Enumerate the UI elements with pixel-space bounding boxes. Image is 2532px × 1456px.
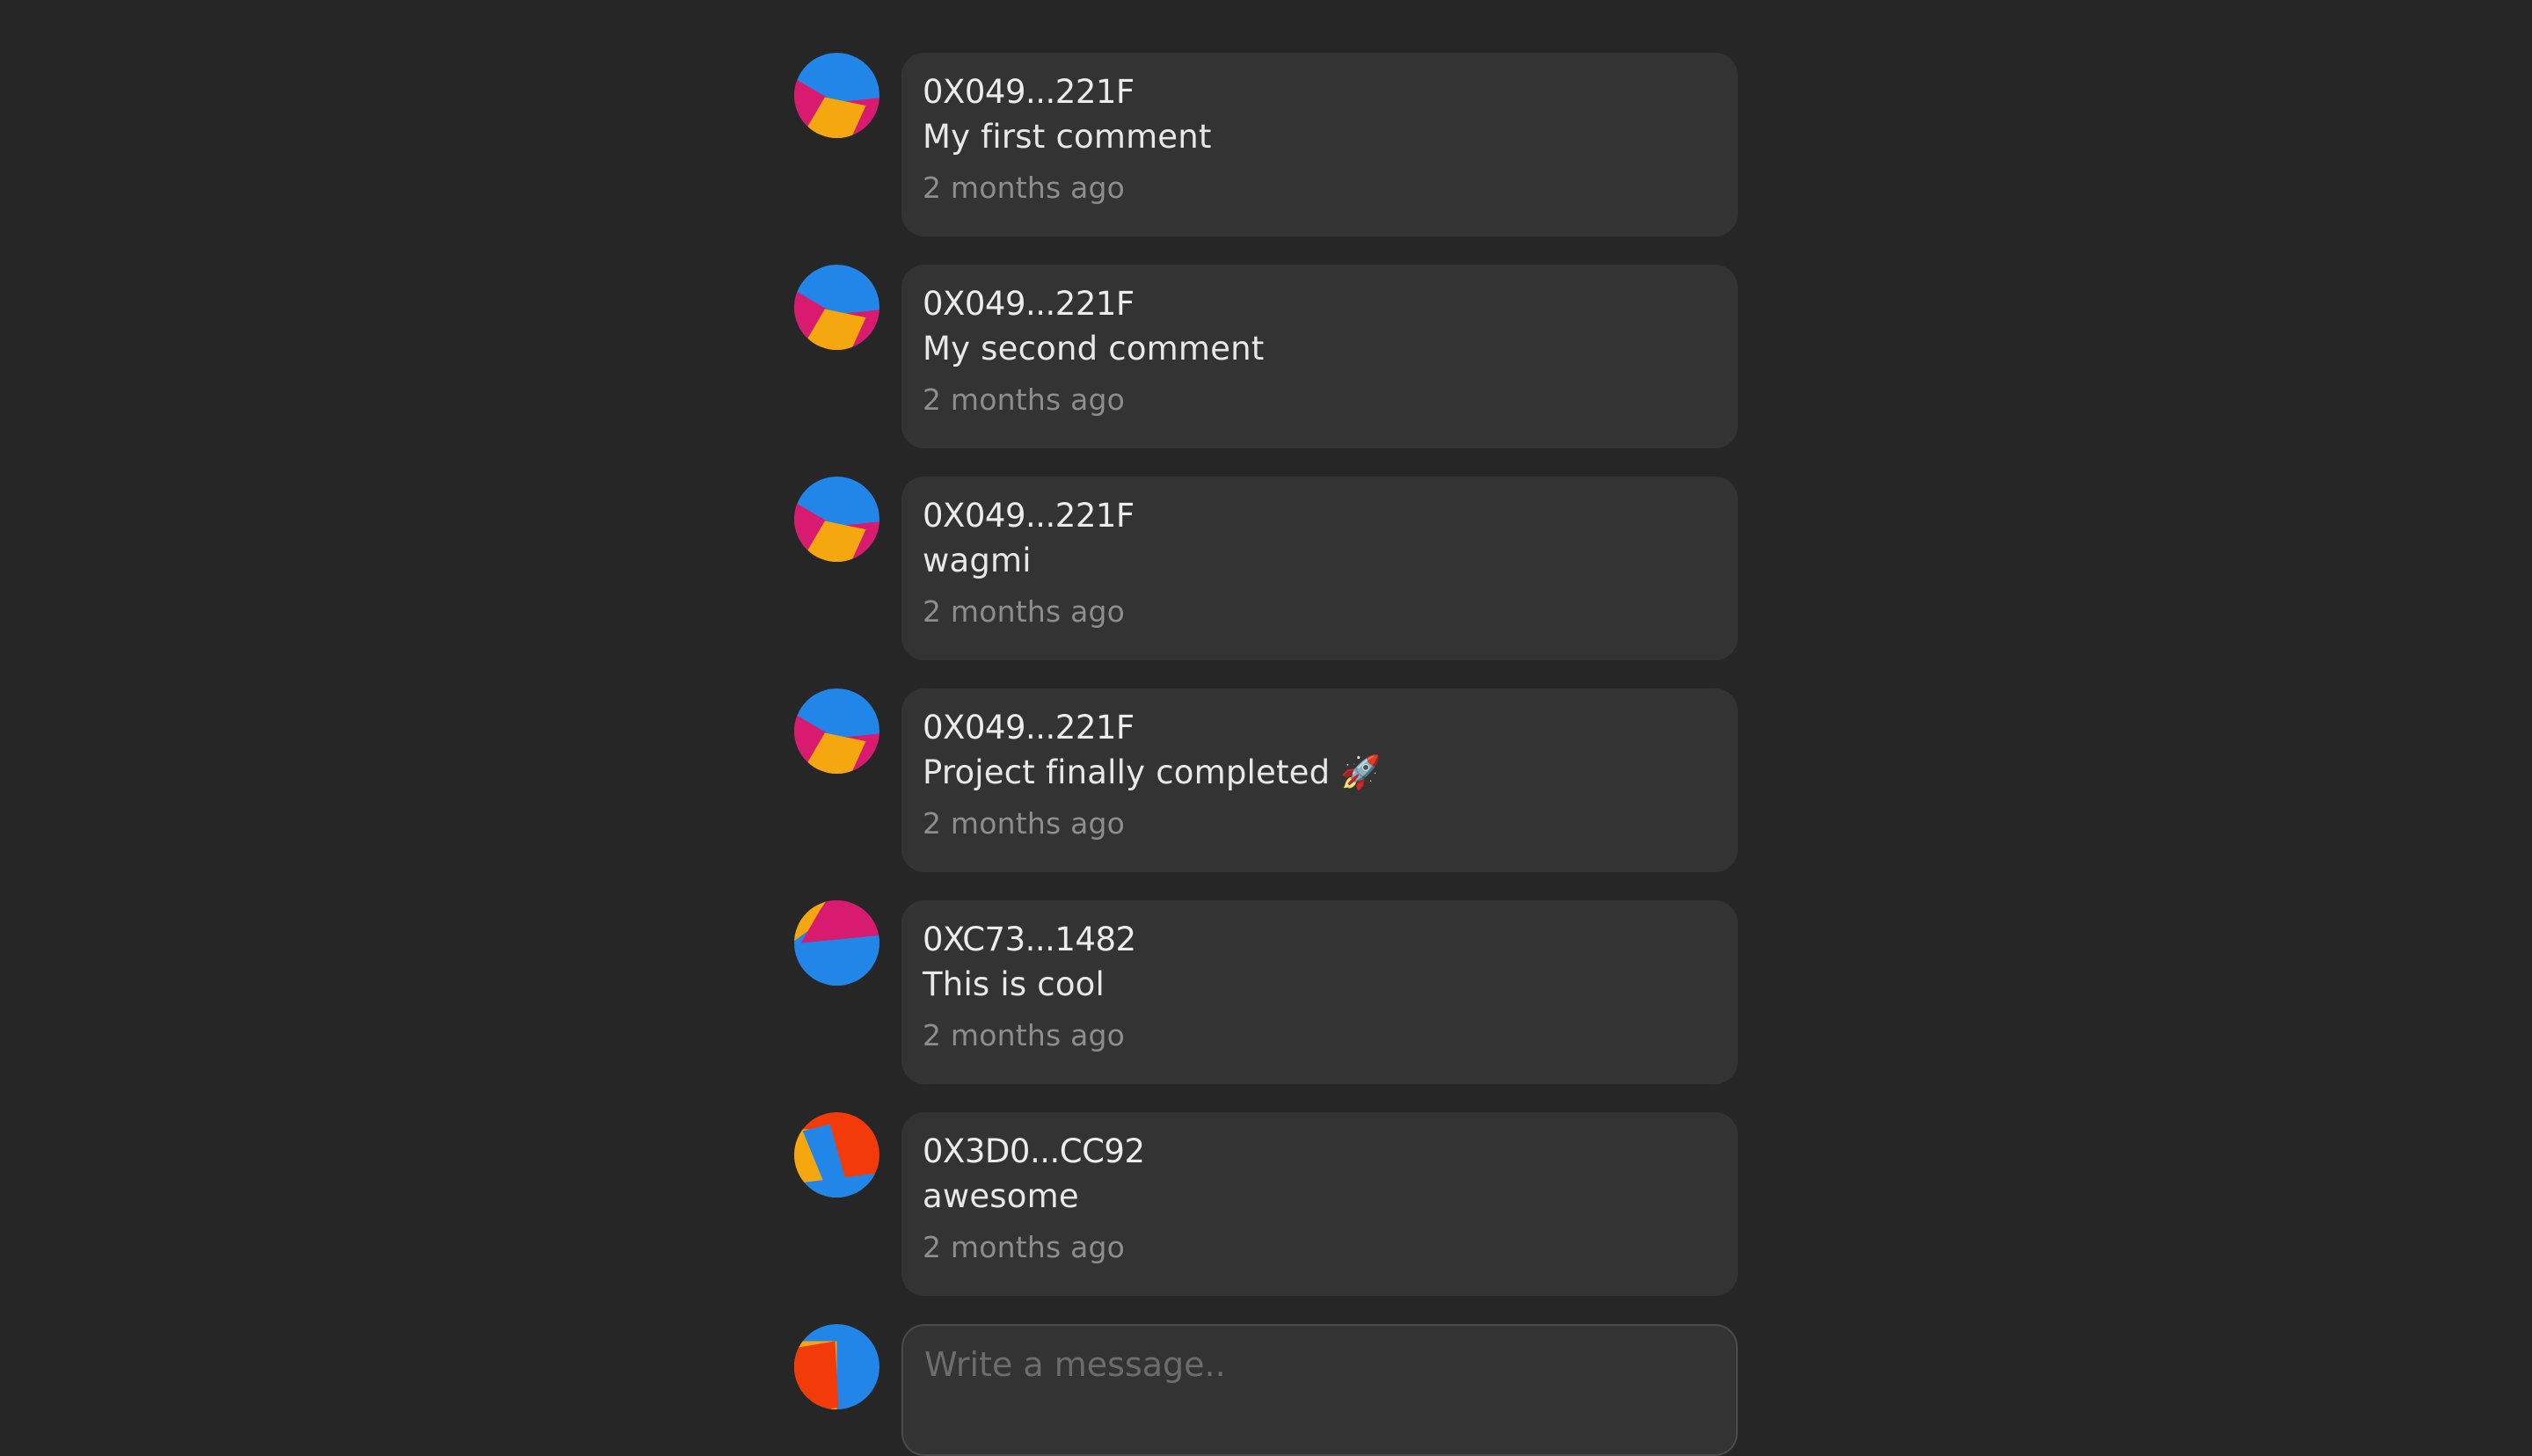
comment-item: 0XC73...1482 This is cool 2 months ago [794, 900, 1738, 1084]
comment-bubble: 0X049...221F Project finally completed 🚀… [901, 688, 1738, 872]
comment-timestamp: 2 months ago [923, 806, 1126, 841]
avatar[interactable] [794, 477, 879, 562]
comment-timestamp: 2 months ago [923, 171, 1126, 205]
comment-timestamp: 2 months ago [923, 382, 1126, 417]
comment-author[interactable]: 0X049...221F [923, 495, 1717, 537]
avatar[interactable] [794, 688, 879, 774]
comment-item: 0X049...221F Project finally completed 🚀… [794, 688, 1738, 872]
comment-bubble: 0X049...221F My second comment 2 months … [901, 265, 1738, 448]
comment-bubble: 0X049...221F wagmi 2 months ago [901, 477, 1738, 660]
current-user-avatar[interactable] [794, 1324, 879, 1409]
comment-item: 0X049...221F My first comment 2 months a… [794, 53, 1738, 237]
comment-bubble: 0X049...221F My first comment 2 months a… [901, 53, 1738, 237]
comment-item: 0X3D0...CC92 awesome 2 months ago [794, 1112, 1738, 1296]
comment-timestamp: 2 months ago [923, 1230, 1126, 1264]
comment-text: wagmi [923, 542, 1032, 579]
comment-item: 0X049...221F wagmi 2 months ago [794, 477, 1738, 660]
comment-item: 0X049...221F My second comment 2 months … [794, 265, 1738, 448]
identicon-icon [794, 265, 879, 350]
identicon-icon [794, 477, 879, 562]
identicon-icon [794, 688, 879, 774]
comment-text: My second comment [923, 330, 1265, 368]
comment-timestamp: 2 months ago [923, 1018, 1126, 1052]
comment-author[interactable]: 0X049...221F [923, 707, 1717, 749]
identicon-icon [794, 1112, 879, 1198]
message-input[interactable] [901, 1324, 1738, 1456]
identicon-icon [794, 1324, 879, 1409]
comment-author[interactable]: 0XC73...1482 [923, 919, 1717, 961]
avatar[interactable] [794, 265, 879, 350]
comment-author[interactable]: 0X3D0...CC92 [923, 1131, 1717, 1173]
avatar[interactable] [794, 53, 879, 138]
comment-author[interactable]: 0X049...221F [923, 283, 1717, 325]
comment-composer [794, 1324, 1738, 1456]
identicon-icon [794, 900, 879, 986]
comment-text: Project finally completed 🚀 [923, 753, 1382, 791]
comment-bubble: 0X3D0...CC92 awesome 2 months ago [901, 1112, 1738, 1296]
avatar[interactable] [794, 1112, 879, 1198]
comment-text: My first comment [923, 118, 1212, 156]
comment-text: This is cool [923, 965, 1105, 1003]
comment-text: awesome [923, 1177, 1079, 1215]
comment-timestamp: 2 months ago [923, 594, 1126, 629]
comment-bubble: 0XC73...1482 This is cool 2 months ago [901, 900, 1738, 1084]
comment-feed: 0X049...221F My first comment 2 months a… [794, 53, 1738, 1456]
identicon-icon [794, 53, 879, 138]
comment-author[interactable]: 0X049...221F [923, 71, 1717, 113]
avatar[interactable] [794, 900, 879, 986]
